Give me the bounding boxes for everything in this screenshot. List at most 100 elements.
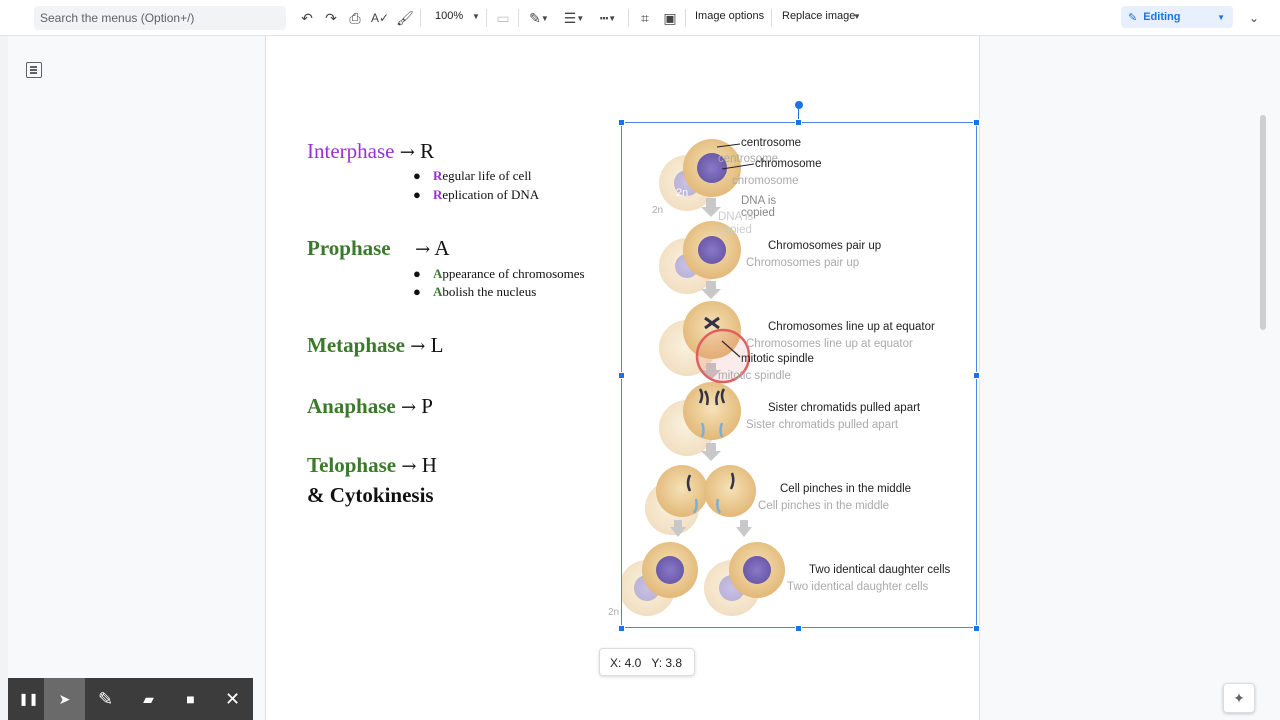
metaphase-line: Metaphase → L: [307, 333, 443, 358]
undo-icon[interactable]: ↶: [298, 7, 316, 29]
chevron-down-icon: ▼: [1217, 12, 1225, 22]
crop-icon[interactable]: ⌗: [636, 7, 654, 29]
search-menus-input[interactable]: Search the menus (Option+/): [34, 6, 286, 30]
pen-icon[interactable]: ✎: [85, 678, 126, 720]
mnemonic-letter: A: [434, 236, 450, 260]
bullet-dot: ●: [413, 284, 421, 299]
editing-mode-label: Editing: [1143, 11, 1181, 23]
mnemonic-letter: R: [420, 139, 435, 163]
label-dna-copied-1: DNA is: [741, 195, 777, 207]
collapse-menus-chevron-icon[interactable]: ⌄: [1244, 7, 1264, 29]
ghost-label-mitotic-spindle: mitotic spindle: [718, 370, 791, 382]
mnemonic-initial: R: [433, 187, 443, 202]
mitosis-diagram-image[interactable]: centrosome centrosome chromosome chromos…: [608, 122, 977, 628]
anaphase-label: Anaphase: [307, 394, 396, 418]
anaphase-line: Anaphase → P: [307, 394, 433, 419]
y-coordinate: Y: 3.8: [651, 656, 683, 670]
border-dash-icon[interactable]: ┅ ▼: [594, 7, 622, 29]
divider: [628, 9, 629, 27]
border-weight-icon[interactable]: ☰ ▼: [560, 7, 588, 29]
ghost-label-cell-pinches: Cell pinches in the middle: [758, 500, 890, 512]
rotate-handle[interactable]: [795, 101, 803, 109]
ghost-label-daughter-cells: Two identical daughter cells: [787, 581, 929, 593]
cytokinesis-label: Cytokinesis: [329, 483, 434, 507]
bullet-item: ● Appearance of chromosomes: [413, 266, 585, 282]
spellcheck-icon[interactable]: A✓: [371, 7, 389, 29]
paint-format-icon[interactable]: 🖌: [396, 7, 414, 29]
add-comment-icon[interactable]: ▭: [494, 7, 512, 29]
mnemonic-initial: A: [433, 284, 443, 299]
mnemonic-letter: P: [421, 394, 433, 418]
pointer-icon[interactable]: ➤: [44, 678, 85, 720]
resize-handle-top-right[interactable]: [973, 119, 980, 126]
telophase-line: Telophase → H: [307, 453, 437, 478]
divider: [518, 9, 519, 27]
label-daughter-cells: Two identical daughter cells: [809, 564, 951, 576]
label-chromosome: chromosome: [755, 158, 822, 170]
highlighter-icon[interactable]: ▰: [128, 678, 169, 720]
ampersand: &: [307, 483, 330, 507]
bullet-item: ● Abolish the nucleus: [413, 284, 536, 300]
left-margin: [0, 36, 8, 720]
document-outline-icon[interactable]: [26, 62, 42, 78]
label-pair-up: Chromosomes pair up: [768, 240, 882, 252]
camera-icon[interactable]: ■: [170, 678, 211, 720]
arrow: →: [400, 397, 417, 418]
label-cell-pinches: Cell pinches in the middle: [780, 483, 912, 495]
resize-handle-top[interactable]: [795, 119, 802, 126]
ghost-label-dna-copied-1: DNA is: [718, 211, 754, 223]
arrow: →: [410, 336, 426, 357]
interphase-line: Interphase → R: [307, 139, 434, 164]
mnemonic-initial: R: [433, 168, 443, 183]
resize-handle-left[interactable]: [618, 372, 625, 379]
prophase-line: Prophase → A: [307, 236, 449, 261]
zoom-chevron-down-icon[interactable]: ▼: [472, 12, 480, 21]
resize-handle-right[interactable]: [973, 372, 980, 379]
x-coordinate: X: 4.0: [610, 656, 642, 670]
editing-mode-button[interactable]: ✎ Editing ▼: [1121, 6, 1233, 28]
pause-icon[interactable]: ❚❚: [8, 678, 49, 720]
bullet-dot: ●: [413, 266, 421, 281]
divider: [685, 9, 686, 27]
resize-handle-top-left[interactable]: [618, 119, 625, 126]
bullet-item: ● Replication of DNA: [413, 187, 540, 203]
docs-toolbar: Search the menus (Option+/) ↶ ↷ ⎙ A✓ 🖌 1…: [0, 0, 1280, 36]
ghost-label-chromosome: chromosome: [732, 175, 799, 187]
bullet-text: eplication of DNA: [442, 187, 540, 202]
replace-image-chevron-down-icon[interactable]: ▼: [853, 12, 861, 21]
pencil-icon: ✎: [1128, 11, 1138, 24]
bullet-text: ppearance of chromosomes: [442, 266, 585, 281]
label-line-up: Chromosomes line up at equator: [768, 321, 935, 333]
screen-recorder-toolbar: ❚❚ ➤ ✎ ▰ ■ ✕: [8, 678, 253, 720]
reset-image-icon[interactable]: ▣: [661, 7, 679, 29]
ghost-ploidy-label: 2n: [652, 205, 664, 216]
label-chromatids-pulled: Sister chromatids pulled apart: [768, 402, 921, 414]
ghost-label-line-up: Chromosomes line up at equator: [746, 338, 913, 350]
bullet-item: ● Regular life of cell: [413, 168, 532, 184]
print-icon[interactable]: ⎙: [346, 7, 364, 29]
resize-handle-bottom[interactable]: [795, 625, 802, 632]
mnemonic-letter: H: [421, 453, 437, 477]
divider: [486, 9, 487, 27]
divider: [771, 9, 772, 27]
zoom-select[interactable]: 100%: [435, 10, 463, 22]
border-color-icon[interactable]: ✎ ▼: [526, 7, 552, 29]
replace-image-button[interactable]: Replace image: [782, 10, 855, 22]
close-icon[interactable]: ✕: [212, 678, 253, 720]
arrow: →: [415, 239, 431, 260]
image-options-button[interactable]: Image options: [695, 10, 764, 22]
arrow: →: [399, 142, 415, 163]
resize-handle-bottom-right[interactable]: [973, 625, 980, 632]
resize-handle-bottom-left[interactable]: [618, 625, 625, 632]
cytokinesis-line: & Cytokinesis: [307, 483, 434, 508]
label-mitotic-spindle: mitotic spindle: [741, 353, 814, 365]
ghost-label-pair-up: Chromosomes pair up: [746, 257, 860, 269]
vertical-scrollbar[interactable]: [1260, 115, 1266, 330]
explore-icon[interactable]: ✦: [1223, 683, 1255, 713]
interphase-label: Interphase: [307, 139, 395, 163]
divider: [420, 9, 421, 27]
bullet-text: egular life of cell: [442, 168, 532, 183]
ploidy-bottom-label: 2n: [608, 607, 620, 618]
bullet-dot: ●: [413, 168, 421, 183]
redo-icon[interactable]: ↷: [322, 7, 340, 29]
